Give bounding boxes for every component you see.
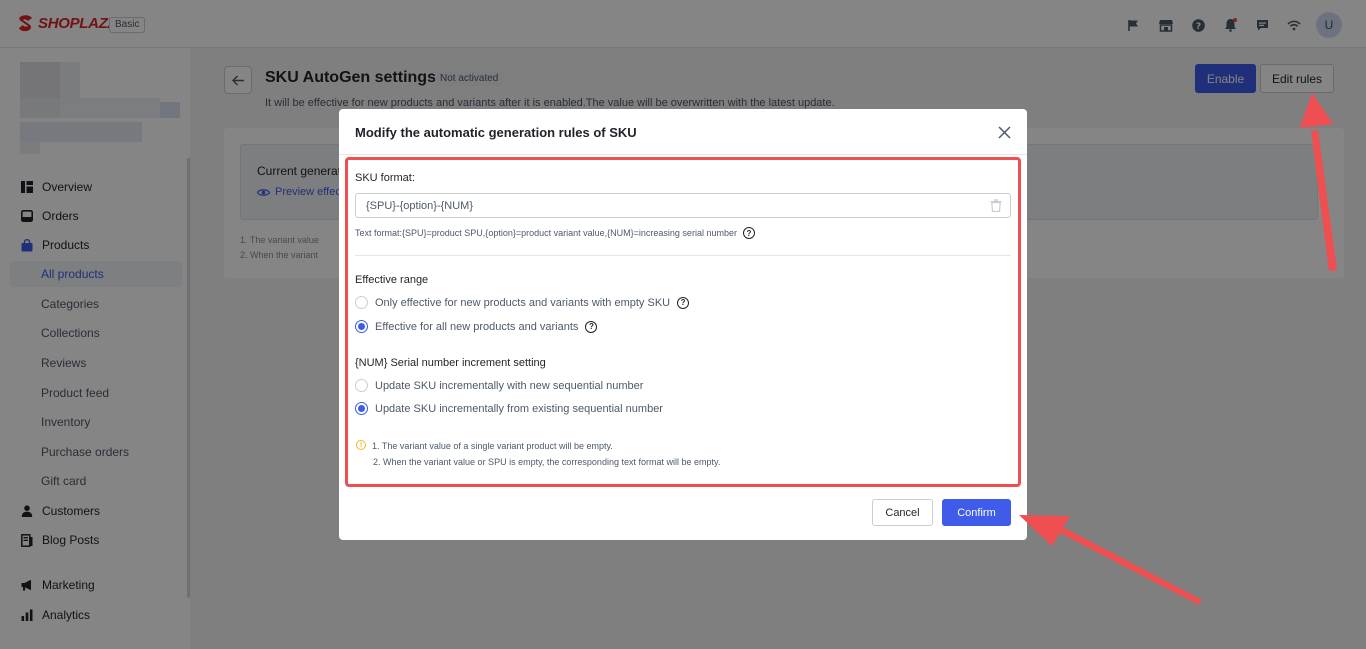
sku-format-label: SKU format: [355,172,415,184]
cancel-button[interactable]: Cancel [872,499,933,526]
question-icon[interactable]: ? [585,320,598,333]
text-format-hint-text: Text format:{SPU}=product SPU,{option}=p… [355,228,737,238]
sku-rules-modal: Modify the automatic generation rules of… [339,109,1027,540]
question-icon[interactable]: ? [677,296,690,309]
confirm-button[interactable]: Confirm [942,499,1011,526]
serial-setting-label: {NUM} Serial number increment setting [355,357,546,369]
radio-label: Update SKU incrementally from existing s… [375,402,663,415]
radio-button[interactable] [355,379,368,392]
modal-note: 1. The variant value of a single variant… [372,441,613,451]
radio-button-selected[interactable] [355,320,368,333]
text-format-hint: Text format:{SPU}=product SPU,{option}=p… [355,227,755,239]
warning-icon: ! [356,440,366,450]
range-option-all-new[interactable]: Effective for all new products and varia… [355,320,598,333]
sku-format-input[interactable]: {SPU}-{option}-{NUM} [355,193,1011,218]
range-option-empty-sku[interactable]: Only effective for new products and vari… [355,296,690,309]
close-icon [997,125,1011,139]
radio-button[interactable] [355,296,368,309]
modal-divider [339,154,1027,155]
effective-range-label: Effective range [355,274,429,286]
trash-icon[interactable] [990,199,1002,212]
section-divider [355,255,1011,256]
radio-button-selected[interactable] [355,402,368,415]
serial-option-existing[interactable]: Update SKU incrementally from existing s… [355,402,663,415]
question-icon[interactable]: ? [742,227,755,239]
close-button[interactable] [995,123,1013,141]
serial-option-new[interactable]: Update SKU incrementally with new sequen… [355,379,643,392]
radio-label: Effective for all new products and varia… [375,320,579,333]
radio-label: Update SKU incrementally with new sequen… [375,379,644,392]
modal-note: 2. When the variant value or SPU is empt… [373,457,721,467]
sku-format-value: {SPU}-{option}-{NUM} [366,199,474,212]
modal-title: Modify the automatic generation rules of… [355,125,637,140]
radio-label: Only effective for new products and vari… [375,296,671,309]
